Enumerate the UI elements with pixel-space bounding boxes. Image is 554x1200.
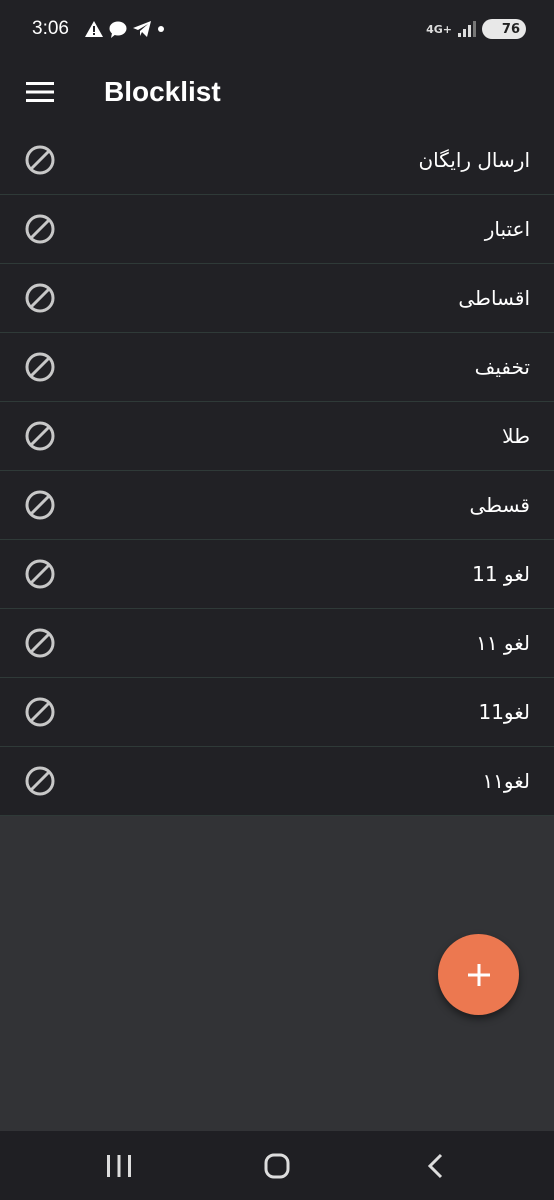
block-icon xyxy=(24,213,56,245)
telegram-icon xyxy=(132,21,151,37)
signal-icon xyxy=(458,21,476,37)
list-item[interactable]: لغو ۱۱ xyxy=(0,609,554,678)
block-icon xyxy=(24,420,56,452)
notification-icons xyxy=(84,21,165,38)
hamburger-menu-icon xyxy=(26,82,54,102)
list-item[interactable]: قسطی xyxy=(0,471,554,540)
status-right: 4G+ 76 xyxy=(426,19,526,39)
block-icon xyxy=(24,351,56,383)
recents-icon xyxy=(107,1154,131,1177)
item-label: لغو۱۱ xyxy=(482,769,530,793)
menu-button[interactable] xyxy=(0,58,80,126)
item-label: لغو 11 xyxy=(472,562,530,586)
status-time: 3:06 xyxy=(32,18,69,39)
app-bar: Blocklist xyxy=(0,58,554,126)
item-label: اعتبار xyxy=(484,217,530,241)
back-icon xyxy=(427,1153,443,1178)
block-icon xyxy=(24,558,56,590)
chat-bubble-icon xyxy=(109,21,127,38)
list-item[interactable]: لغو11 xyxy=(0,678,554,747)
list-item[interactable]: اقساطی xyxy=(0,264,554,333)
home-button[interactable] xyxy=(237,1136,317,1196)
home-icon xyxy=(264,1153,290,1178)
list-item[interactable]: طلا xyxy=(0,402,554,471)
status-left: 3:06 xyxy=(32,18,165,40)
list-item[interactable]: لغو۱۱ xyxy=(0,747,554,816)
warning-icon xyxy=(84,21,103,37)
list-item[interactable]: لغو 11 xyxy=(0,540,554,609)
network-label: 4G+ xyxy=(426,22,452,36)
item-label: لغو11 xyxy=(478,700,530,724)
block-icon xyxy=(24,696,56,728)
item-label: لغو ۱۱ xyxy=(476,631,530,655)
item-label: تخفیف xyxy=(474,355,530,379)
system-nav-bar xyxy=(0,1131,554,1200)
add-button[interactable] xyxy=(438,934,519,1015)
block-icon xyxy=(24,489,56,521)
item-label: قسطی xyxy=(469,493,530,517)
status-bar: 3:06 4G+ 76 xyxy=(0,0,554,58)
item-label: اقساطی xyxy=(458,286,530,310)
item-label: طلا xyxy=(502,424,530,448)
block-icon xyxy=(24,627,56,659)
item-label: ارسال رایگان xyxy=(418,148,530,172)
list-item[interactable]: ارسال رایگان xyxy=(0,126,554,195)
blocklist: ارسال رایگان اعتبار اقساطی تخفیف طلا قسط… xyxy=(0,126,554,816)
back-button[interactable] xyxy=(395,1136,475,1196)
recents-button[interactable] xyxy=(79,1136,159,1196)
dot-icon xyxy=(157,26,164,32)
block-icon xyxy=(24,282,56,314)
battery-level: 76 xyxy=(501,21,520,37)
list-item[interactable]: اعتبار xyxy=(0,195,554,264)
screen: 3:06 4G+ 76 Blocklist ارسال رایگان اعتبا… xyxy=(0,0,554,1200)
block-icon xyxy=(24,765,56,797)
block-icon xyxy=(24,144,56,176)
plus-icon xyxy=(467,963,490,986)
list-item[interactable]: تخفیف xyxy=(0,333,554,402)
battery-icon: 76 xyxy=(482,19,526,39)
page-title: Blocklist xyxy=(104,76,221,107)
